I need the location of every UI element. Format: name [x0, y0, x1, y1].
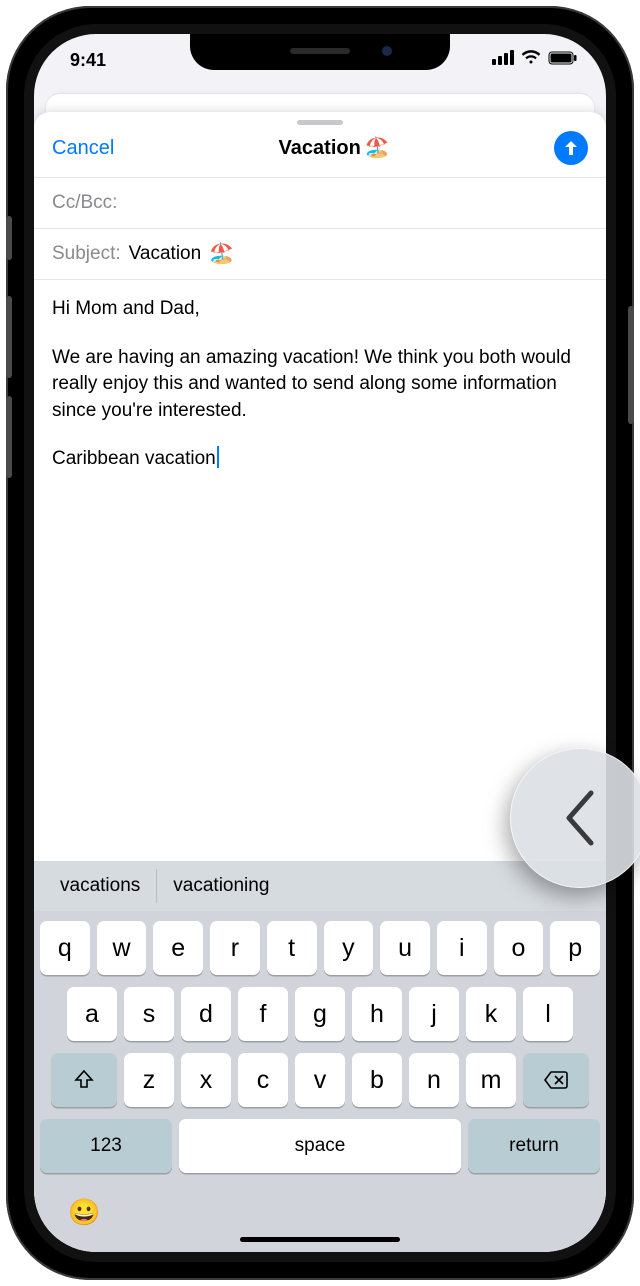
compose-sheet: Cancel Vacation 🏖️ Cc/Bcc: Subject: Vaca… [34, 112, 606, 1252]
backspace-key[interactable] [523, 1053, 589, 1107]
notch [190, 34, 450, 70]
subject-value: Vacation [129, 243, 202, 265]
key-n[interactable]: n [409, 1053, 459, 1107]
key-h[interactable]: h [352, 987, 402, 1041]
beach-umbrella-emoji: 🏖️ [209, 244, 234, 264]
key-v[interactable]: v [295, 1053, 345, 1107]
wifi-icon [521, 50, 541, 65]
predictive-bar: vacations vacationing [34, 861, 606, 911]
key-k[interactable]: k [466, 987, 516, 1041]
keyboard: vacations vacationing qwertyuiop asdfghj… [34, 861, 606, 1252]
key-t[interactable]: t [267, 921, 317, 975]
assistive-touch-button[interactable] [510, 748, 640, 888]
numbers-key[interactable]: 123 [40, 1119, 172, 1173]
key-w[interactable]: w [97, 921, 147, 975]
mute-switch [6, 216, 12, 260]
sheet-grabber[interactable] [297, 120, 343, 125]
key-f[interactable]: f [238, 987, 288, 1041]
subject-field[interactable]: Subject: Vacation 🏖️ [34, 228, 606, 279]
compose-title-text: Vacation [279, 137, 361, 160]
key-u[interactable]: u [380, 921, 430, 975]
key-e[interactable]: e [153, 921, 203, 975]
key-y[interactable]: y [324, 921, 374, 975]
body-paragraph: We are having an amazing vacation! We th… [52, 345, 588, 425]
volume-up-button [6, 296, 12, 378]
key-g[interactable]: g [295, 987, 345, 1041]
text-cursor [217, 446, 219, 468]
compose-title: Vacation 🏖️ [279, 137, 390, 160]
body-lastline: Caribbean vacation [52, 446, 588, 473]
cancel-button[interactable]: Cancel [52, 137, 114, 160]
key-x[interactable]: x [181, 1053, 231, 1107]
suggestion-1[interactable]: vacations [44, 869, 157, 903]
key-p[interactable]: p [550, 921, 600, 975]
volume-down-button [6, 396, 12, 478]
key-s[interactable]: s [124, 987, 174, 1041]
key-q[interactable]: q [40, 921, 90, 975]
backspace-icon [543, 1070, 569, 1090]
emoji-key[interactable]: 😀 [68, 1197, 100, 1228]
side-button [628, 306, 634, 424]
key-z[interactable]: z [124, 1053, 174, 1107]
key-i[interactable]: i [437, 921, 487, 975]
key-r[interactable]: r [210, 921, 260, 975]
subject-label: Subject: [52, 243, 121, 265]
return-key[interactable]: return [468, 1119, 600, 1173]
key-c[interactable]: c [238, 1053, 288, 1107]
suggestion-2[interactable]: vacationing [157, 869, 285, 903]
key-d[interactable]: d [181, 987, 231, 1041]
battery-icon [548, 51, 578, 65]
chevron-left-icon [555, 783, 605, 853]
key-l[interactable]: l [523, 987, 573, 1041]
shift-key[interactable] [51, 1053, 117, 1107]
key-m[interactable]: m [466, 1053, 516, 1107]
key-o[interactable]: o [494, 921, 544, 975]
screen: 9:41 Cancel Vacation 🏖️ [34, 34, 606, 1252]
key-b[interactable]: b [352, 1053, 402, 1107]
shift-icon [73, 1069, 95, 1091]
key-j[interactable]: j [409, 987, 459, 1041]
body-greeting: Hi Mom and Dad, [52, 296, 588, 323]
send-button[interactable] [554, 131, 588, 165]
compose-navbar: Cancel Vacation 🏖️ [34, 127, 606, 177]
ccbcc-label: Cc/Bcc: [52, 192, 117, 214]
status-time: 9:41 [70, 50, 106, 71]
phone-frame: 9:41 Cancel Vacation 🏖️ [6, 6, 634, 1280]
arrow-up-icon [562, 139, 580, 157]
cellular-signal-icon [492, 50, 514, 65]
space-key[interactable]: space [179, 1119, 461, 1173]
ccbcc-field[interactable]: Cc/Bcc: [34, 177, 606, 228]
beach-umbrella-emoji: 🏖️ [365, 138, 390, 158]
key-a[interactable]: a [67, 987, 117, 1041]
home-indicator[interactable] [240, 1237, 400, 1242]
